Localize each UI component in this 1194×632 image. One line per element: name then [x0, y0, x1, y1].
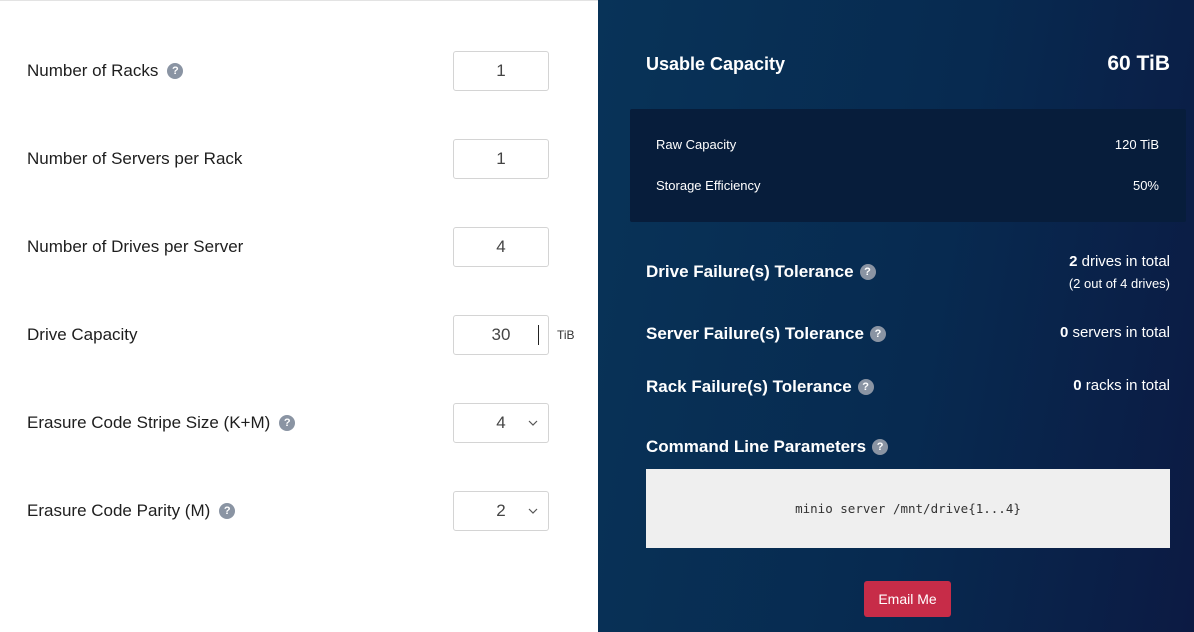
capacity-label: Drive Capacity	[27, 325, 138, 344]
command-line-title: Command Line Parameters ?	[646, 437, 889, 457]
drive-tolerance-value: 2 drives in total (2 out of 4 drives)	[1069, 253, 1170, 291]
drive-tolerance-suffix: drives in total	[1077, 253, 1170, 270]
server-tolerance-value: 0 servers in total	[1060, 324, 1170, 344]
storage-efficiency-label: Storage Efficiency	[656, 178, 761, 193]
rack-tolerance: Rack Failure(s) Tolerance ? 0 racks in t…	[646, 377, 1170, 397]
parity-select[interactable]: 2	[453, 491, 549, 531]
server-tolerance: Server Failure(s) Tolerance ? 0 servers …	[646, 324, 1170, 344]
racks-label: Number of Racks	[27, 61, 159, 80]
server-tolerance-label: Server Failure(s) Tolerance	[646, 324, 864, 343]
stripe-row: Erasure Code Stripe Size (K+M) ? 4	[27, 403, 587, 443]
command-line-box[interactable]: minio server /mnt/drive{1...4}	[646, 469, 1170, 548]
drive-tolerance-detail: (2 out of 4 drives)	[1068, 276, 1170, 291]
capacity-unit: TiB	[557, 328, 575, 342]
storage-efficiency-row: Storage Efficiency 50%	[656, 178, 1159, 193]
racks-input[interactable]	[453, 51, 549, 91]
raw-capacity-label: Raw Capacity	[656, 137, 737, 152]
drive-tolerance-label: Drive Failure(s) Tolerance	[646, 262, 854, 281]
drives-label: Number of Drives per Server	[27, 237, 244, 256]
help-icon[interactable]: ?	[872, 439, 889, 455]
help-icon[interactable]: ?	[869, 326, 886, 342]
results-panel: Usable Capacity 60 TiB Raw Capacity 120 …	[598, 0, 1194, 632]
usable-capacity-value: 60 TiB	[1107, 52, 1170, 75]
servers-label: Number of Servers per Rack	[27, 149, 243, 168]
rack-tolerance-count: 0	[1073, 377, 1082, 394]
server-tolerance-suffix: servers in total	[1068, 324, 1170, 341]
raw-capacity-value: 120 TiB	[1114, 137, 1159, 152]
email-me-button[interactable]: Email Me	[864, 581, 951, 617]
text-cursor	[538, 325, 539, 345]
capacity-input[interactable]	[453, 315, 549, 355]
parity-row: Erasure Code Parity (M) ? 2	[27, 491, 587, 531]
configuration-panel: Number of Racks ? Number of Servers per …	[0, 0, 598, 632]
servers-row: Number of Servers per Rack	[27, 139, 587, 179]
storage-efficiency-value: 50%	[1132, 178, 1159, 193]
chevron-down-icon	[528, 508, 538, 514]
raw-capacity-box: Raw Capacity 120 TiB Storage Efficiency …	[630, 109, 1186, 222]
help-icon[interactable]: ?	[219, 503, 236, 519]
command-line-text[interactable]: minio server /mnt/drive{1...4}	[795, 501, 1021, 516]
drive-tolerance: Drive Failure(s) Tolerance ? 2 drives in…	[646, 253, 1170, 291]
stripe-label: Erasure Code Stripe Size (K+M)	[27, 413, 271, 432]
stripe-select[interactable]: 4	[453, 403, 549, 443]
help-icon[interactable]: ?	[279, 415, 296, 431]
parity-label: Erasure Code Parity (M)	[27, 501, 211, 520]
rack-tolerance-label: Rack Failure(s) Tolerance	[646, 377, 852, 396]
help-icon[interactable]: ?	[167, 63, 184, 79]
usable-capacity: Usable Capacity 60 TiB	[646, 52, 1170, 76]
capacity-row: Drive Capacity TiB	[27, 315, 587, 355]
servers-input[interactable]	[453, 139, 549, 179]
rack-tolerance-value: 0 racks in total	[1073, 377, 1170, 397]
raw-capacity-row: Raw Capacity 120 TiB	[656, 137, 1159, 152]
drives-input[interactable]	[453, 227, 549, 267]
rack-tolerance-suffix: racks in total	[1081, 377, 1170, 394]
help-icon[interactable]: ?	[857, 379, 874, 395]
drives-row: Number of Drives per Server	[27, 227, 587, 267]
usable-capacity-label: Usable Capacity	[646, 53, 786, 74]
help-icon[interactable]: ?	[859, 264, 876, 280]
chevron-down-icon	[528, 420, 538, 426]
command-line-label: Command Line Parameters	[646, 437, 867, 456]
racks-row: Number of Racks ?	[27, 51, 587, 91]
